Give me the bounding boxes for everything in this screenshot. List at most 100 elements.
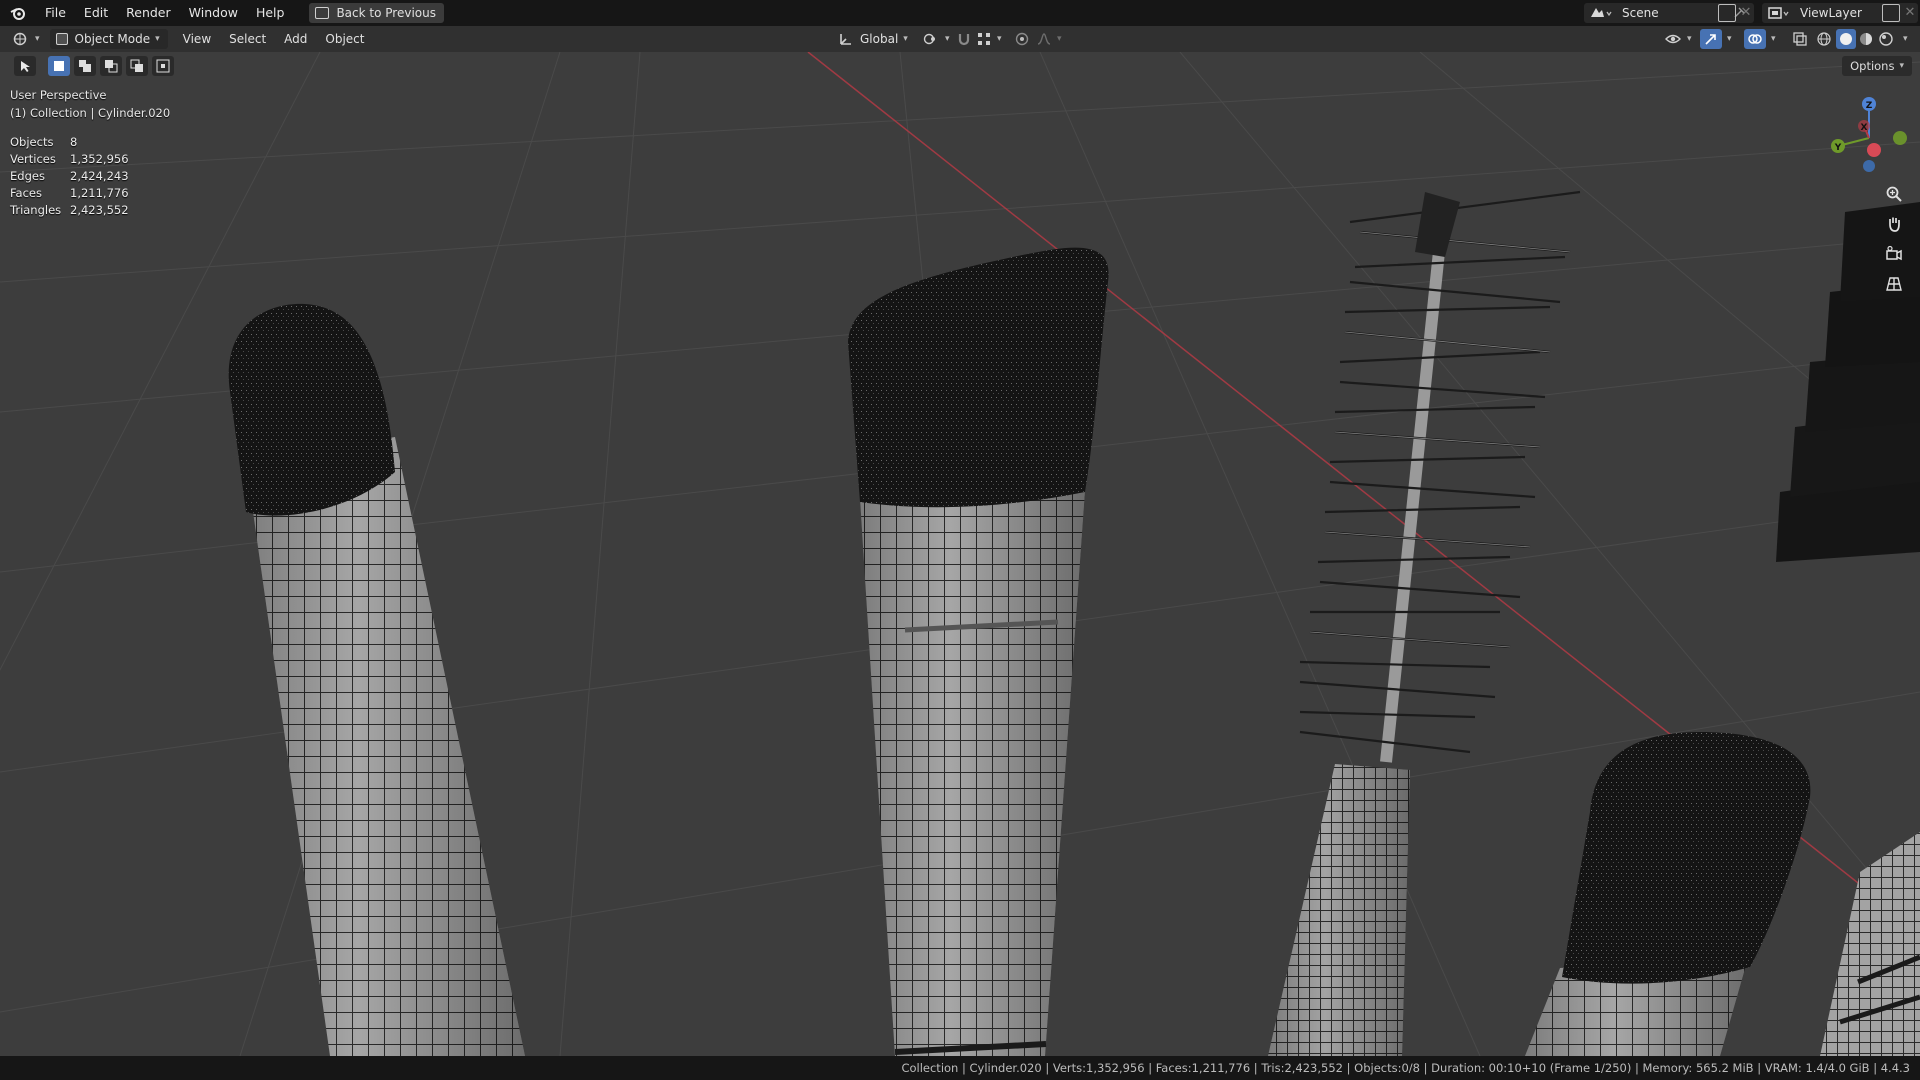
menu-edit[interactable]: Edit — [75, 0, 117, 26]
viewlayer-icon — [1768, 7, 1789, 19]
top-bar: File Edit Render Window Help Back to Pre… — [0, 0, 1920, 26]
gizmo-x-label: X — [1861, 123, 1868, 133]
perspective-grid-icon[interactable] — [1882, 272, 1906, 296]
shading-solid-button[interactable] — [1836, 29, 1856, 49]
menu-view[interactable]: View — [174, 29, 220, 49]
visibility-selector[interactable]: ▾ — [1664, 29, 1692, 49]
stat-row: Vertices 1,352,956 — [10, 151, 129, 168]
shading-wireframe-button[interactable] — [1816, 29, 1832, 49]
back-to-previous-label: Back to Previous — [336, 6, 436, 20]
menu-select[interactable]: Select — [220, 29, 275, 49]
overlays-dropdown[interactable]: ▾ — [1766, 29, 1776, 49]
3d-viewport-icon — [13, 32, 27, 46]
select-invert-icon — [130, 59, 143, 72]
shading-material-button[interactable] — [1858, 29, 1874, 49]
scene-name: Scene — [1622, 6, 1659, 20]
gizmo-neg-z[interactable] — [1863, 160, 1875, 172]
select-subtract-icon — [105, 60, 118, 73]
snap-grid-icon — [978, 33, 990, 45]
viewlayer-name: ViewLayer — [1800, 6, 1862, 20]
menu-window[interactable]: Window — [180, 0, 247, 26]
new-viewlayer-icon[interactable] — [1882, 4, 1900, 22]
stat-label: Objects — [10, 135, 54, 149]
gizmo-toggle[interactable] — [1700, 29, 1722, 49]
cursor-arrow-icon — [21, 61, 30, 72]
eye-icon — [1665, 34, 1681, 44]
chevron-down-icon: ▾ — [997, 34, 1002, 44]
chevron-down-icon: ▾ — [1687, 34, 1692, 44]
gizmo-dropdown[interactable]: ▾ — [1722, 29, 1732, 49]
snap-target-selector[interactable]: ▾ — [976, 29, 1002, 49]
overlays-icon — [1748, 34, 1762, 44]
menu-add[interactable]: Add — [275, 29, 316, 49]
xray-icon — [1793, 32, 1807, 46]
menu-object[interactable]: Object — [316, 29, 373, 49]
chevron-down-icon: ▾ — [945, 34, 950, 44]
chevron-down-icon: ▾ — [155, 34, 160, 44]
gizmo-y-label: Y — [1834, 143, 1842, 153]
select-box-invert-button[interactable] — [126, 56, 148, 76]
delete-scene-icon[interactable]: ✕ — [1738, 4, 1754, 22]
transform-orientation-selector[interactable]: Global ▾ — [838, 29, 908, 49]
gizmo-neg-x[interactable] — [1867, 143, 1881, 157]
proportional-edit-toggle[interactable] — [1014, 29, 1030, 49]
pivot-point-selector[interactable]: ▾ — [922, 29, 950, 49]
xray-toggle[interactable] — [1792, 29, 1808, 49]
status-info: Collection | Cylinder.020 | Verts:1,352,… — [901, 1061, 1910, 1075]
falloff-selector[interactable]: ▾ — [1036, 29, 1062, 49]
shading-rendered-button[interactable] — [1878, 29, 1894, 49]
chevron-down-icon: ▾ — [1727, 34, 1732, 44]
stat-row: Objects 8 — [10, 134, 129, 151]
blender-logo-icon[interactable] — [0, 0, 36, 26]
brush-kabuki-mesh[interactable] — [1525, 732, 1811, 1056]
navigation-gizmo[interactable]: Z Y X — [1824, 88, 1914, 178]
select-box-extend-button[interactable] — [74, 56, 96, 76]
viewport-header: ▾ Object Mode ▾ View Select Add Object G… — [0, 26, 1920, 52]
view-perspective-label: User Perspective — [10, 88, 107, 102]
options-label: Options — [1850, 59, 1895, 73]
select-box-new-button[interactable] — [48, 56, 70, 76]
new-scene-icon[interactable] — [1718, 4, 1736, 22]
scene-statistics: Objects 8 Vertices 1,352,956 Edges 2,424,24… — [10, 134, 129, 219]
falloff-curve-icon — [1037, 33, 1051, 45]
snap-toggle[interactable] — [956, 29, 972, 49]
delete-viewlayer-icon[interactable]: ✕ — [1902, 4, 1918, 22]
back-to-previous-button[interactable]: Back to Previous — [309, 3, 444, 23]
stat-value: 2,424,243 — [70, 169, 129, 183]
material-sphere-icon — [1860, 33, 1872, 45]
stat-label: Triangles — [10, 203, 62, 217]
stat-label: Edges — [10, 169, 45, 183]
options-dropdown[interactable]: Options ▾ — [1842, 56, 1912, 76]
select-box-subtract-button[interactable] — [100, 56, 122, 76]
chevron-down-icon: ▾ — [35, 34, 40, 44]
menu-file[interactable]: File — [36, 0, 75, 26]
select-box-intersect-button[interactable] — [152, 56, 174, 76]
menu-help[interactable]: Help — [247, 0, 294, 26]
mode-selector[interactable]: Object Mode ▾ — [49, 29, 168, 49]
select-intersect-icon — [156, 59, 170, 73]
brush-angled-mesh[interactable] — [848, 247, 1109, 1056]
viewport-scene[interactable] — [0, 52, 1920, 1056]
pan-hand-icon[interactable] — [1882, 212, 1906, 236]
rendered-sphere-icon — [1879, 32, 1893, 46]
select-new-icon — [54, 61, 64, 71]
select-tool-button[interactable] — [14, 56, 36, 76]
brush-round-mesh[interactable] — [228, 303, 525, 1056]
camera-view-icon[interactable] — [1882, 242, 1906, 266]
shading-dropdown[interactable]: ▾ — [1898, 29, 1908, 49]
editor-type-selector[interactable]: ▾ — [12, 29, 40, 49]
3d-viewport[interactable]: User Perspective (1) Collection | Cylind… — [0, 52, 1920, 1056]
stat-row: Triangles 2,423,552 — [10, 202, 129, 219]
gizmo-z-label: Z — [1866, 101, 1873, 111]
overlays-toggle[interactable] — [1744, 29, 1766, 49]
stat-label: Faces — [10, 186, 42, 200]
select-extend-icon — [79, 60, 91, 72]
chevron-down-icon: ▾ — [1899, 61, 1904, 71]
menu-render[interactable]: Render — [117, 0, 180, 26]
zoom-icon[interactable] — [1882, 182, 1906, 206]
gizmo-neg-y[interactable] — [1893, 131, 1907, 145]
chevron-down-icon: ▾ — [1771, 34, 1776, 44]
chevron-down-icon: ▾ — [903, 34, 908, 44]
pivot-icon — [923, 33, 935, 45]
brush-spoolie-mesh[interactable] — [1268, 190, 1581, 1056]
